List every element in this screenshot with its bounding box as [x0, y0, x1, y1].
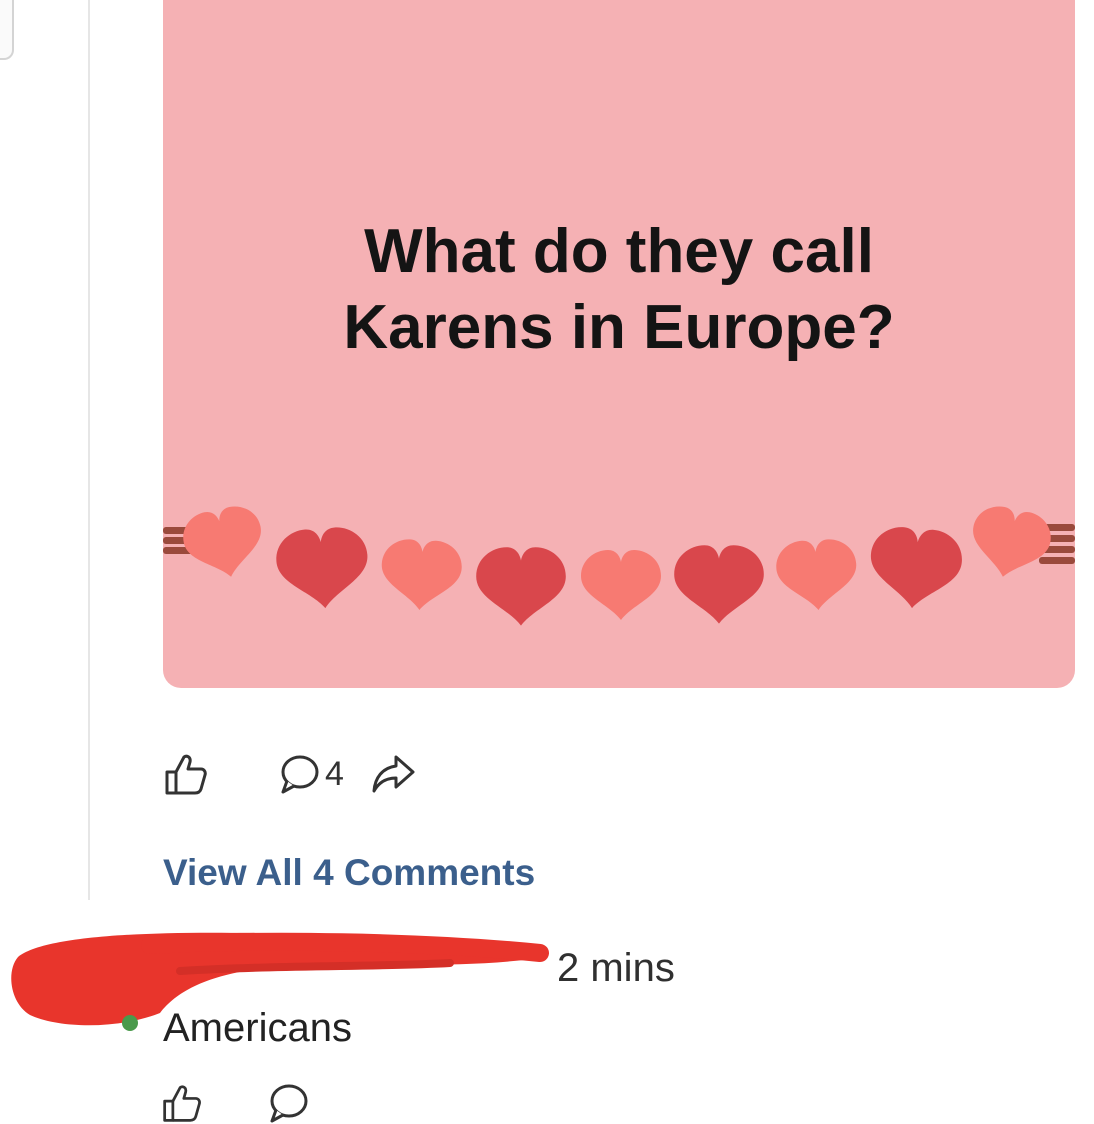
post-actions: 4 [163, 752, 416, 796]
like-button[interactable] [163, 751, 209, 797]
comment-count: 4 [325, 754, 344, 793]
comment-reply-button[interactable] [268, 1082, 308, 1124]
view-all-comments-link[interactable]: View All 4 Comments [163, 852, 535, 894]
thumbs-up-icon [163, 1085, 201, 1122]
thumbs-up-icon [165, 754, 207, 795]
post-image[interactable]: What do they call Karens in Europe? [163, 0, 1075, 688]
comment-timestamp: 2 mins [557, 946, 675, 990]
comment-bubble-icon [270, 1084, 308, 1123]
comment-like-button[interactable] [160, 1082, 204, 1124]
share-button[interactable] [370, 753, 416, 795]
collapse-tab[interactable] [0, 0, 14, 60]
post-question: What do they call Karens in Europe? [163, 214, 1075, 366]
heart-chain [178, 501, 1056, 626]
comment-text: Americans [163, 1006, 352, 1050]
comment-button[interactable]: 4 [279, 753, 344, 795]
comment-bubble-icon [281, 755, 319, 794]
question-line-2: Karens in Europe? [343, 293, 895, 362]
share-arrow-icon [372, 755, 415, 793]
comment-actions [160, 1082, 308, 1124]
thread-line [88, 0, 90, 900]
question-line-1: What do they call [364, 217, 874, 286]
